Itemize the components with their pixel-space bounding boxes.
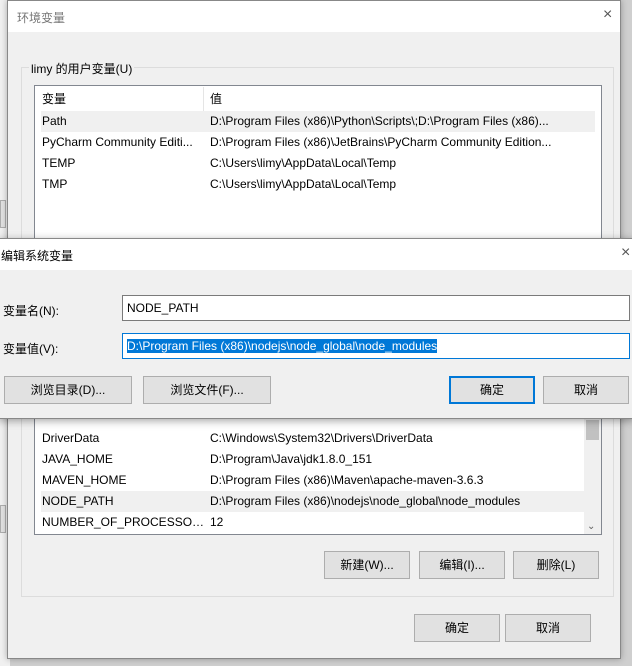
var-value: D:\Program Files (x86)\nodejs\node_globa… <box>210 494 521 508</box>
system-variables-list[interactable]: DriverData C:\Windows\System32\Drivers\Dr… <box>34 401 602 535</box>
var-name: TMP <box>42 177 68 191</box>
var-name: NODE_PATH <box>42 494 114 508</box>
var-name: TEMP <box>42 156 76 170</box>
table-row[interactable]: PyCharm Community Editi... D:\Program Fil… <box>41 132 595 153</box>
column-header-value[interactable]: 值 <box>210 87 580 112</box>
user-variables-label: limy 的用户变量(U) <box>29 60 135 77</box>
table-row[interactable]: NUMBER_OF_PROCESSORS 12 <box>41 512 595 533</box>
selected-text: D:\Program Files (x86)\nodejs\node_globa… <box>127 339 438 353</box>
browse-file-button[interactable]: 浏览文件(F)... <box>143 376 271 404</box>
table-row[interactable]: TEMP C:\Users\limy\AppData\Local\Temp <box>41 153 595 174</box>
title-bar: 环境变量 × <box>8 1 620 32</box>
browse-directory-button[interactable]: 浏览目录(D)... <box>4 376 132 404</box>
var-value: C:\Windows\System32\Drivers\DriverData <box>210 431 433 445</box>
var-name: Path <box>42 114 67 128</box>
ok-button[interactable]: 确定 <box>449 376 535 404</box>
variable-value-input[interactable]: D:\Program Files (x86)\nodejs\node_globa… <box>122 333 630 359</box>
table-row[interactable]: NODE_PATH D:\Program Files (x86)\nodejs\n… <box>41 491 595 512</box>
var-name: PyCharm Community Editi... <box>42 135 193 149</box>
var-value: C:\Users\limy\AppData\Local\Temp <box>210 156 397 170</box>
background-button <box>0 200 6 228</box>
column-header-variable[interactable]: 变量 <box>42 87 207 112</box>
variable-name-label: 变量名(N): <box>3 304 59 318</box>
background-button <box>0 505 6 533</box>
edit-system-variable-dialog: 编辑系统变量 × 变量名(N): NODE_PATH 变量值(V): D:\Pr… <box>0 238 632 419</box>
close-icon[interactable]: × <box>621 244 630 262</box>
table-row[interactable]: Path D:\Program Files (x86)\Python\Script… <box>41 111 595 132</box>
window-title: 环境变量 <box>17 11 66 25</box>
delete-button[interactable]: 删除(L) <box>513 551 599 579</box>
var-value: 12 <box>210 515 224 529</box>
var-value: D:\Program Files (x86)\JetBrains\PyCharm… <box>210 135 552 149</box>
ok-button[interactable]: 确定 <box>414 614 500 642</box>
close-icon[interactable]: × <box>603 6 612 24</box>
table-row[interactable]: TMP C:\Users\limy\AppData\Local\Temp <box>41 174 595 195</box>
dialog-title: 编辑系统变量 <box>1 249 74 263</box>
variable-value-label: 变量值(V): <box>3 342 59 356</box>
scrollbar[interactable]: ⌄ <box>584 402 601 534</box>
var-name: MAVEN_HOME <box>42 473 127 487</box>
scrollbar-thumb[interactable] <box>586 420 599 440</box>
variable-name-input[interactable]: NODE_PATH <box>122 295 630 321</box>
table-row[interactable]: JAVA_HOME D:\Program\Java\jdk1.8.0_151 <box>41 449 595 470</box>
var-value: D:\Program Files (x86)\Python\Scripts\;D… <box>210 114 549 128</box>
cancel-button[interactable]: 取消 <box>505 614 591 642</box>
column-divider[interactable] <box>203 87 204 112</box>
table-row[interactable]: DriverData C:\Windows\System32\Drivers\Dr… <box>41 428 595 449</box>
dialog-title-bar: 编辑系统变量 × <box>0 239 632 270</box>
table-row[interactable]: MAVEN_HOME D:\Program Files (x86)\Maven\a… <box>41 470 595 491</box>
new-button[interactable]: 新建(W)... <box>324 551 410 579</box>
edit-button[interactable]: 编辑(I)... <box>419 551 505 579</box>
cancel-button[interactable]: 取消 <box>543 376 629 404</box>
var-value: C:\Users\limy\AppData\Local\Temp <box>210 177 397 191</box>
scroll-down-icon[interactable]: ⌄ <box>587 521 595 532</box>
var-value: D:\Program Files (x86)\Maven\apache-mave… <box>210 473 484 487</box>
var-name: DriverData <box>42 431 100 445</box>
list-header: 变量 值 <box>41 87 595 112</box>
user-variables-list[interactable]: 变量 值 Path D:\Program Files (x86)\Python\S… <box>34 85 602 255</box>
var-value: D:\Program\Java\jdk1.8.0_151 <box>210 452 373 466</box>
var-name: JAVA_HOME <box>42 452 113 466</box>
var-name: NUMBER_OF_PROCESSORS <box>42 515 207 529</box>
